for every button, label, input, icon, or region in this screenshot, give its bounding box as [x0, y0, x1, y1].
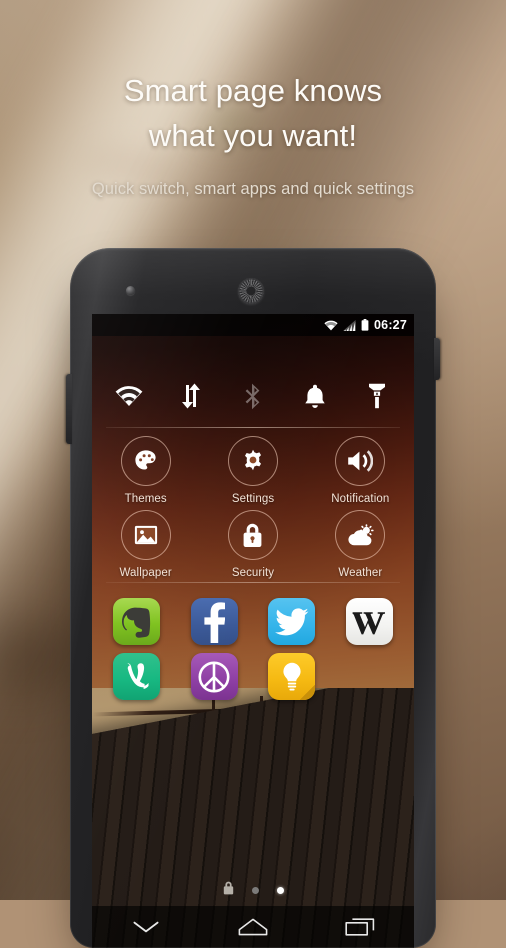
- shortcut-weather[interactable]: Weather: [307, 510, 414, 579]
- signal-icon: [343, 319, 356, 331]
- app-peace[interactable]: [176, 653, 254, 700]
- wifi-icon: [324, 320, 338, 331]
- power-button[interactable]: [434, 338, 440, 380]
- shortcut-security[interactable]: Security: [199, 510, 306, 579]
- promo-headline-line1: Smart page knows: [123, 73, 383, 108]
- toggle-bluetooth[interactable]: [232, 375, 274, 417]
- promo-copy: Smart page knows what you want! Quick sw…: [0, 68, 506, 199]
- keep-icon: [268, 653, 316, 700]
- image-icon: [134, 525, 157, 545]
- app-facebook[interactable]: [176, 598, 254, 645]
- shortcut-notification[interactable]: Notification: [307, 436, 414, 505]
- earpiece-speaker-center: [246, 286, 256, 296]
- toggles-divider: [106, 427, 400, 428]
- shortcut-security-label: Security: [231, 567, 275, 579]
- volume-rocker-button[interactable]: [66, 374, 72, 444]
- chevron-down-icon: [133, 921, 159, 933]
- shortcut-weather-ring: [335, 510, 386, 560]
- sun-cloud-icon: [348, 524, 374, 546]
- lock-icon[interactable]: [223, 881, 234, 900]
- status-bar: 06:27: [92, 314, 414, 336]
- app-twitter[interactable]: [253, 598, 331, 645]
- shortcut-grid: Themes Settings Notification Wallpaper S…: [92, 436, 414, 584]
- shortcut-settings-ring: [227, 436, 278, 486]
- shortcut-notification-label: Notification: [331, 493, 390, 505]
- home-icon: [238, 918, 268, 936]
- evernote-icon: [113, 598, 161, 645]
- promo-headline-line2: what you want!: [148, 118, 358, 153]
- shortcut-wallpaper-label: Wallpaper: [119, 567, 172, 579]
- shortcut-themes-label: Themes: [124, 493, 167, 505]
- shortcut-wallpaper-ring: [120, 510, 171, 560]
- shortcut-themes-ring: [120, 436, 171, 486]
- quick-toggle-row: [92, 368, 414, 424]
- keep-icon-fold: [300, 685, 316, 700]
- front-camera-icon: [126, 286, 135, 295]
- shortcuts-divider: [106, 582, 400, 583]
- nav-recents-button[interactable]: [331, 909, 389, 945]
- twitter-icon: [268, 598, 316, 645]
- shortcut-security-ring: [227, 510, 278, 560]
- earpiece-speaker-icon: [238, 278, 264, 304]
- phone-mockup: 06:27 Themes Settings Notification Wallp…: [66, 248, 440, 948]
- nav-home-button[interactable]: [224, 909, 282, 945]
- app-keep[interactable]: [253, 653, 331, 700]
- wikipedia-icon: [345, 598, 393, 645]
- facebook-icon: [190, 598, 238, 645]
- toggle-notification[interactable]: [294, 375, 336, 417]
- nav-back-button[interactable]: [117, 909, 175, 945]
- shortcut-settings[interactable]: Settings: [199, 436, 306, 505]
- lock-icon: [244, 523, 262, 547]
- app-row-2: [92, 653, 414, 700]
- shortcut-settings-label: Settings: [231, 493, 275, 505]
- app-row-1: [92, 598, 414, 645]
- palette-icon: [135, 450, 156, 470]
- navigation-bar: [92, 906, 414, 948]
- peace-icon: [190, 653, 238, 700]
- page-dot-1[interactable]: [251, 887, 259, 894]
- toggle-mobile-data[interactable]: [170, 375, 212, 417]
- shortcut-wallpaper[interactable]: Wallpaper: [92, 510, 199, 579]
- battery-icon: [361, 319, 369, 331]
- speaker-icon: [348, 450, 374, 472]
- phone-body: 06:27 Themes Settings Notification Wallp…: [70, 248, 436, 948]
- shortcut-notification-ring: [335, 436, 386, 486]
- shortcut-weather-label: Weather: [338, 567, 383, 579]
- toggle-wifi[interactable]: [108, 375, 150, 417]
- vine-icon: [113, 653, 161, 700]
- promo-subtitle: Quick switch, smart apps and quick setti…: [91, 180, 415, 198]
- app-shortcut-area: [92, 598, 414, 708]
- page-indicator: [92, 881, 414, 900]
- app-vine[interactable]: [98, 653, 176, 700]
- app-wikipedia[interactable]: [331, 598, 409, 645]
- page-dot-2[interactable]: [276, 887, 284, 894]
- toggle-flashlight[interactable]: [356, 375, 398, 417]
- gear-icon: [244, 449, 261, 471]
- recents-icon: [345, 918, 375, 936]
- shortcut-themes[interactable]: Themes: [92, 436, 199, 505]
- status-bar-clock: 06:27: [374, 317, 407, 332]
- promo-headline: Smart page knows what you want!: [0, 68, 506, 158]
- app-evernote[interactable]: [98, 598, 176, 645]
- phone-screen: 06:27 Themes Settings Notification Wallp…: [92, 314, 414, 948]
